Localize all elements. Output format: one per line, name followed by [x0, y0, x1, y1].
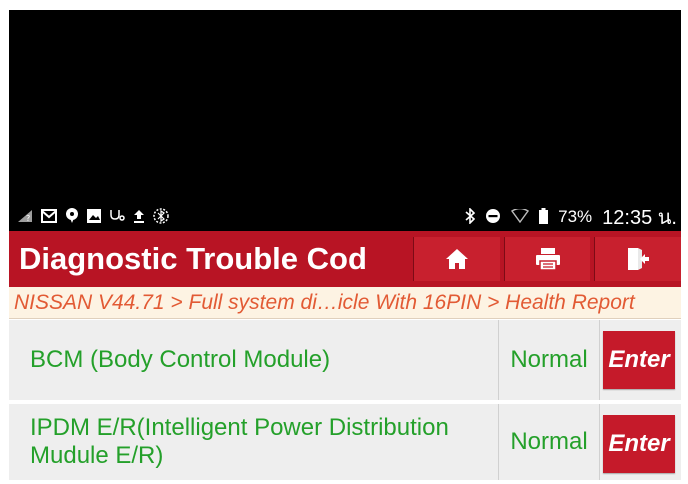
home-icon — [445, 249, 468, 269]
column-divider — [599, 404, 600, 480]
module-list: BCM (Body Control Module) Normal Enter I… — [9, 320, 681, 484]
image-icon — [87, 208, 101, 226]
screenshot-frame-left — [0, 0, 9, 480]
module-name: IPDM E/R(Intelligent Power Distribution … — [30, 414, 449, 469]
battery-icon — [539, 207, 549, 227]
upload-icon — [133, 209, 145, 226]
enter-button[interactable]: Enter — [603, 415, 675, 473]
black-screen-area — [9, 10, 681, 203]
page-title: Diagnostic Trouble Cod — [19, 241, 367, 276]
screenshot-frame-right — [681, 0, 688, 480]
module-name: BCM (Body Control Module) — [30, 346, 331, 373]
home-button[interactable] — [413, 237, 500, 281]
exit-icon — [628, 248, 650, 270]
exit-button[interactable] — [594, 237, 682, 281]
status-bar-notifications: ? — [9, 207, 177, 227]
svg-text:?: ? — [26, 214, 30, 223]
status-bar-system: 73% 12:35 น. — [457, 201, 681, 233]
do-not-disturb-icon — [485, 208, 501, 227]
battery-percentage: 73% — [558, 207, 593, 226]
gmail-icon — [41, 208, 57, 226]
column-divider — [599, 320, 600, 400]
status-bar: ? 73% 12:35 น. — [9, 203, 681, 231]
chat-icon — [65, 207, 79, 227]
bluetooth-off-icon — [153, 207, 169, 227]
app-header: Diagnostic Trouble Cod — [9, 231, 682, 287]
screenshot-frame-top — [0, 0, 688, 10]
module-status: Normal — [510, 346, 588, 373]
clock-time: 12:35 น. — [602, 207, 677, 229]
breadcrumb: NISSAN V44.71 > Full system di…icle With… — [9, 287, 681, 319]
print-icon — [535, 248, 560, 271]
module-row: BCM (Body Control Module) Normal Enter — [9, 320, 681, 404]
module-status: Normal — [510, 428, 588, 455]
bluetooth-icon — [465, 206, 476, 227]
wifi-icon — [511, 207, 530, 226]
signal-icon: ? — [17, 209, 33, 226]
enter-button[interactable]: Enter — [603, 331, 675, 389]
module-row: IPDM E/R(Intelligent Power Distribution … — [9, 404, 681, 484]
stethoscope-icon — [109, 209, 125, 226]
print-button[interactable] — [503, 237, 591, 281]
